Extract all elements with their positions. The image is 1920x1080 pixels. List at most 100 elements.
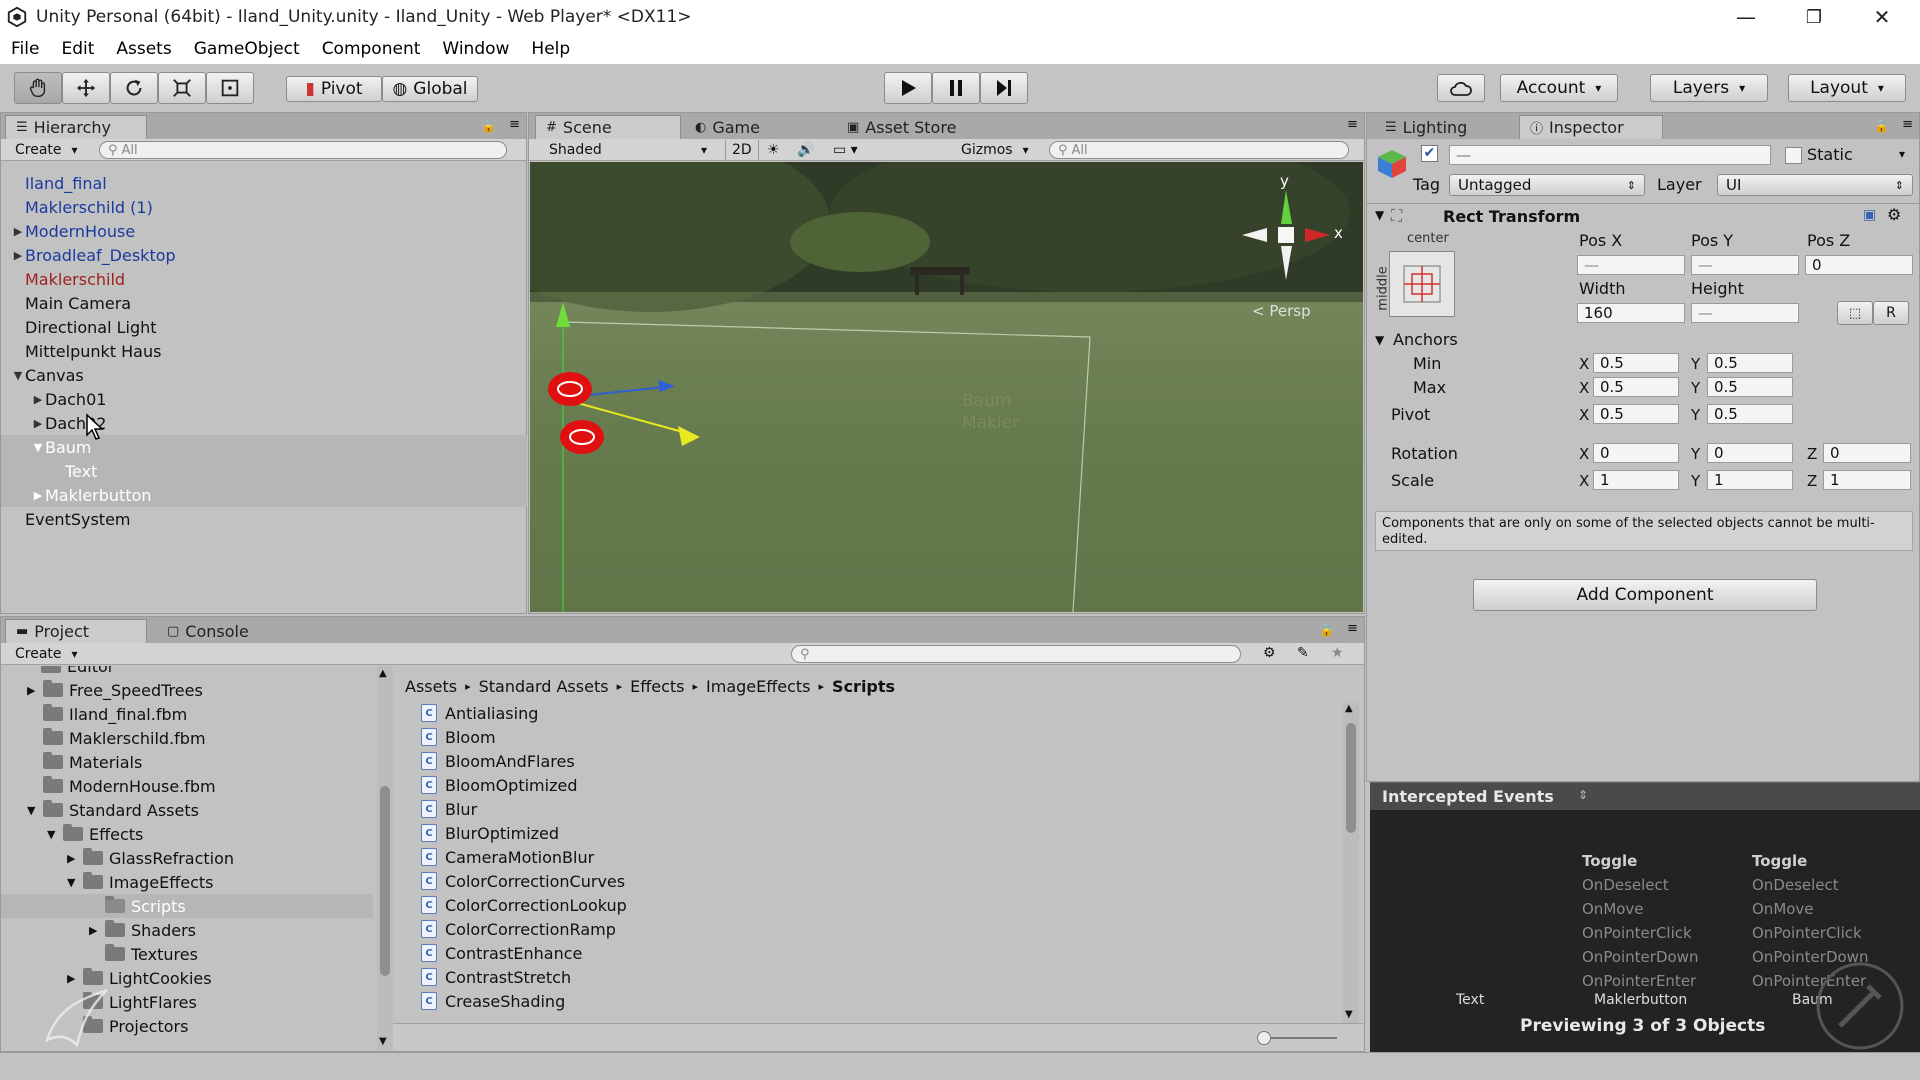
folder-item[interactable]: Maklerschild.fbm <box>43 726 206 750</box>
rect-tool-button[interactable] <box>206 72 254 104</box>
tab-asset-store[interactable]: ▣ Asset Store <box>837 115 997 139</box>
height-field[interactable]: — <box>1691 303 1799 323</box>
layout-dropdown[interactable]: Layout <box>1788 74 1906 102</box>
rotation-x-field[interactable]: 0 <box>1593 443 1679 463</box>
hierarchy-item[interactable]: Directional Light <box>1 315 527 339</box>
tab-hierarchy[interactable]: ☰ Hierarchy <box>5 115 147 139</box>
anchor-min-y-field[interactable]: 0.5 <box>1707 353 1793 373</box>
active-checkbox[interactable]: ✔ <box>1421 145 1438 162</box>
posy-field[interactable]: — <box>1691 255 1799 275</box>
menu-window[interactable]: Window <box>431 39 520 59</box>
scroll-up-icon[interactable]: ▲ <box>1345 703 1353 714</box>
collapse-arrow-icon[interactable]: ▼ <box>1375 333 1384 347</box>
breadcrumb-item[interactable]: Assets <box>405 677 457 696</box>
hierarchy-item[interactable]: Mittelpunkt Haus <box>1 339 527 363</box>
tab-lighting[interactable]: ☰ Lighting <box>1375 115 1505 139</box>
shading-mode-dropdown[interactable]: Shaded <box>543 140 713 160</box>
breadcrumb-item-current[interactable]: Scripts <box>832 677 895 696</box>
pause-button[interactable] <box>932 72 980 104</box>
collapse-arrow-icon[interactable]: ▼ <box>11 369 25 382</box>
expand-arrow-icon[interactable]: ▶ <box>11 225 25 238</box>
static-checkbox[interactable] <box>1785 147 1802 164</box>
breadcrumb-item[interactable]: Standard Assets <box>479 677 609 696</box>
menu-gameobject[interactable]: GameObject <box>183 39 311 59</box>
audio-toggle-button[interactable]: 🔊 <box>791 140 820 160</box>
hierarchy-item[interactable]: ▶ Dach01 <box>1 387 527 411</box>
collapse-arrow-icon[interactable]: ▼ <box>67 876 83 889</box>
menu-help[interactable]: Help <box>520 39 581 59</box>
scene-search-input[interactable]: ⚲ All <box>1049 141 1349 159</box>
pivot-y-field[interactable]: 0.5 <box>1707 404 1793 424</box>
scale-y-field[interactable]: 1 <box>1707 470 1793 490</box>
panel-menu-icon[interactable]: ≡ <box>509 117 520 132</box>
hierarchy-item[interactable]: Main Camera <box>1 291 527 315</box>
add-component-button[interactable]: Add Component <box>1473 579 1817 611</box>
posx-field[interactable]: — <box>1577 255 1685 275</box>
object-name-field[interactable]: — <box>1449 145 1771 165</box>
folder-item[interactable]: ModernHouse.fbm <box>43 774 216 798</box>
posz-field[interactable]: 0 <box>1805 255 1913 275</box>
hierarchy-item[interactable]: Maklerschild (1) <box>1 195 527 219</box>
panel-menu-icon[interactable]: ≡ <box>1902 117 1913 132</box>
rotation-y-field[interactable]: 0 <box>1707 443 1793 463</box>
folder-tree-scrollbar[interactable]: ▲ ▼ <box>377 666 393 1051</box>
menu-component[interactable]: Component <box>311 39 432 59</box>
list-item[interactable]: C BloomAndFlares <box>421 749 575 773</box>
list-item[interactable]: C Blur <box>421 797 477 821</box>
anchor-preset-button[interactable] <box>1389 251 1455 317</box>
folder-item[interactable]: Iland_final.fbm <box>43 702 187 726</box>
folder-item[interactable]: ▶ Shaders <box>89 918 196 942</box>
filter-type-icon[interactable]: ⚙ <box>1263 645 1276 661</box>
anchor-min-x-field[interactable]: 0.5 <box>1593 353 1679 373</box>
list-item[interactable]: C ContrastEnhance <box>421 941 582 965</box>
lock-icon[interactable]: 🔒 <box>1874 119 1889 133</box>
anchor-max-y-field[interactable]: 0.5 <box>1707 377 1793 397</box>
step-button[interactable] <box>980 72 1028 104</box>
folder-item-selected[interactable]: Scripts <box>1 894 373 918</box>
hierarchy-item[interactable]: ▼ Canvas <box>1 363 527 387</box>
pivot-x-field[interactable]: 0.5 <box>1593 404 1679 424</box>
scroll-up-icon[interactable]: ▲ <box>379 668 387 679</box>
scene-viewport[interactable]: y x < Persp Baum Makler <box>530 162 1363 612</box>
account-dropdown[interactable]: Account <box>1500 74 1618 102</box>
pivot-toggle-button[interactable]: ▮ Pivot <box>286 76 382 102</box>
filter-label-icon[interactable]: ✎ <box>1297 645 1309 661</box>
blueprint-mode-button[interactable]: ⬚ <box>1837 301 1873 325</box>
hand-tool-button[interactable] <box>14 72 62 104</box>
cloud-button[interactable] <box>1437 74 1485 102</box>
folder-item[interactable]: ▼ Effects <box>47 822 143 846</box>
expand-arrow-icon[interactable]: ▶ <box>67 852 83 865</box>
list-item[interactable]: C BlurOptimized <box>421 821 559 845</box>
2d-toggle-button[interactable]: 2D <box>725 140 759 160</box>
scroll-down-icon[interactable]: ▼ <box>379 1036 387 1047</box>
rotate-tool-button[interactable] <box>110 72 158 104</box>
settings-gear-icon[interactable]: ⚙ <box>1887 205 1901 224</box>
folder-item[interactable]: Editor <box>41 666 114 678</box>
scale-tool-button[interactable] <box>158 72 206 104</box>
play-button[interactable] <box>884 72 932 104</box>
anchor-max-x-field[interactable]: 0.5 <box>1593 377 1679 397</box>
lock-icon[interactable]: 🔒 <box>1319 623 1334 637</box>
list-item[interactable]: C ColorCorrectionRamp <box>421 917 616 941</box>
minimize-button[interactable]: — <box>1718 0 1774 34</box>
hierarchy-item[interactable]: EventSystem <box>1 507 527 531</box>
list-item[interactable]: C BloomOptimized <box>421 773 577 797</box>
lighting-toggle-button[interactable]: ☀ <box>761 140 786 160</box>
hierarchy-item[interactable]: ▶ Broadleaf_Desktop <box>1 243 527 267</box>
collapse-arrow-icon[interactable]: ▼ <box>1375 208 1384 222</box>
list-item[interactable]: C ContrastStretch <box>421 965 571 989</box>
collapse-arrow-icon[interactable]: ▼ <box>47 828 63 841</box>
hierarchy-item-selected[interactable]: ▶ Maklerbutton <box>1 483 527 507</box>
collapse-arrow-icon[interactable]: ▼ <box>31 441 45 454</box>
list-item[interactable]: C ColorCorrectionLookup <box>421 893 627 917</box>
breadcrumb-item[interactable]: Effects <box>630 677 684 696</box>
expand-arrow-icon[interactable]: ▶ <box>31 417 45 430</box>
project-search-input[interactable]: ⚲ <box>791 645 1241 663</box>
tab-project[interactable]: ▬ Project <box>5 619 147 643</box>
hierarchy-item[interactable]: Maklerschild <box>1 267 527 291</box>
folder-item[interactable]: ▶ GlassRefraction <box>67 846 234 870</box>
folder-item[interactable]: Textures <box>105 942 198 966</box>
hierarchy-item[interactable]: ▶ ModernHouse <box>1 219 527 243</box>
collapse-arrow-icon[interactable]: ▼ <box>27 804 43 817</box>
hierarchy-item[interactable]: ▶ Dach02 <box>1 411 527 435</box>
